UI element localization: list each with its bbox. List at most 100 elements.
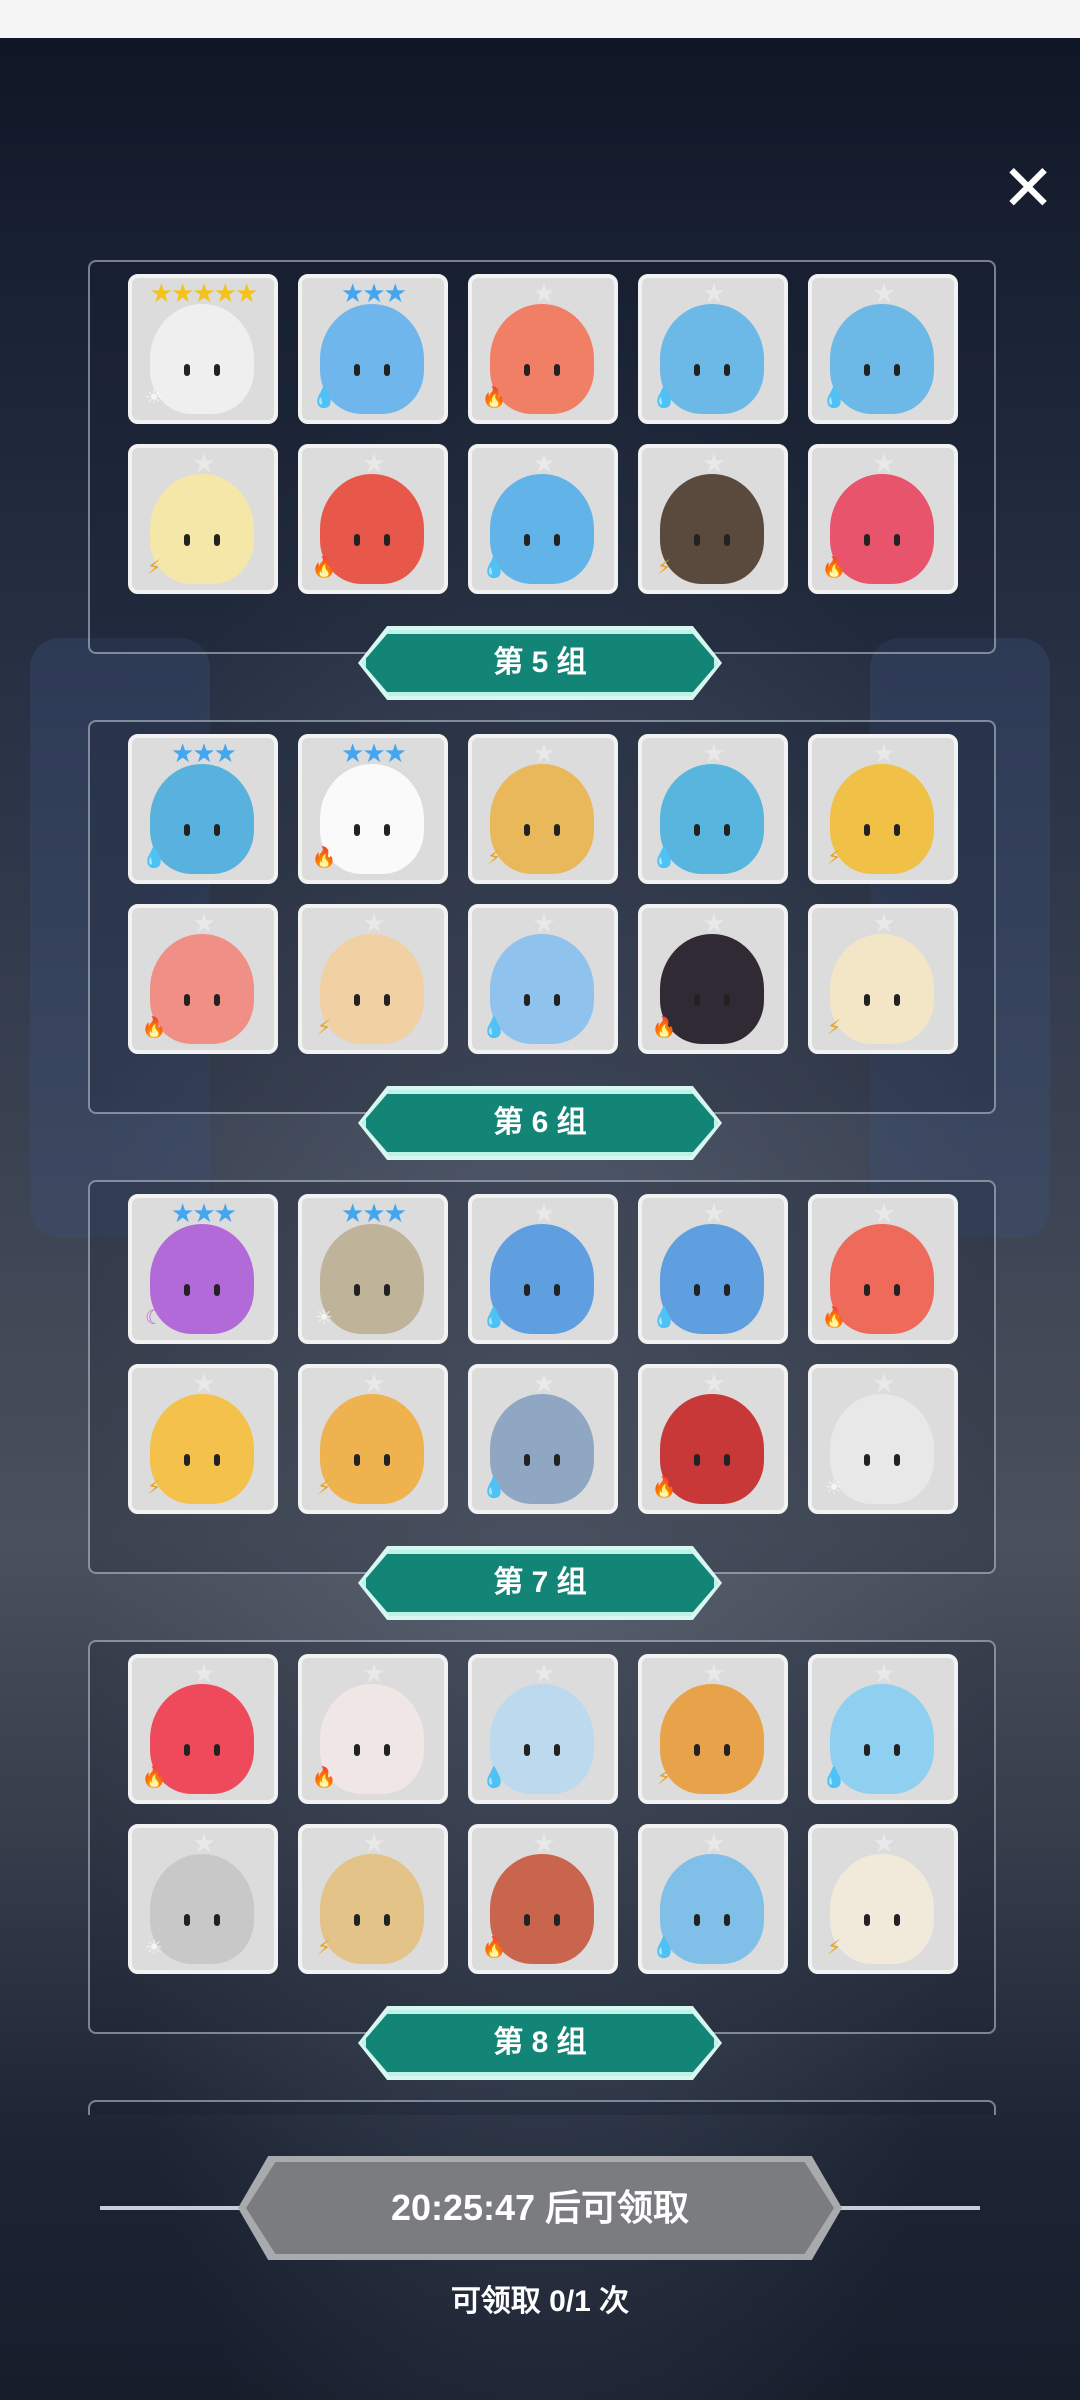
hero-card[interactable]: ★★★ ☀ xyxy=(298,1194,448,1344)
hero-card[interactable]: ★★★ 💧 xyxy=(128,734,278,884)
hero-card[interactable]: ★ ⚡ xyxy=(808,1824,958,1974)
hero-face xyxy=(174,534,230,552)
hero-card[interactable]: ★ 🔥 xyxy=(808,1194,958,1344)
fire-element-icon: 🔥 xyxy=(651,1477,677,1499)
hero-face xyxy=(684,994,740,1012)
hero-card[interactable]: ★ 🔥 xyxy=(298,444,448,594)
group-label: 第 6 组 xyxy=(362,1090,718,1156)
hero-card[interactable]: ★★★ 💧 xyxy=(298,274,448,424)
hero-card[interactable]: ★ ⚡ xyxy=(128,1364,278,1514)
hero-card[interactable]: ★ 💧 xyxy=(638,734,788,884)
star-rating: ★ xyxy=(192,1368,215,1398)
star-rating: ★ xyxy=(362,908,385,938)
hero-card[interactable]: ★ ⚡ xyxy=(468,734,618,884)
hero-card[interactable]: ★ 💧 xyxy=(468,444,618,594)
hero-face xyxy=(344,1744,400,1762)
hero-card[interactable]: ★ ☀ xyxy=(128,1824,278,1974)
hero-card[interactable]: ★ 🔥 xyxy=(638,904,788,1054)
hero-card[interactable]: ★ 💧 xyxy=(468,904,618,1054)
thunder-element-icon: ⚡ xyxy=(316,1017,332,1039)
hero-card[interactable]: ★ 💧 xyxy=(468,1654,618,1804)
hero-card[interactable]: ★ ⚡ xyxy=(638,444,788,594)
group-list[interactable]: ★★★★★ ☀ ★★★ 💧 ★ 🔥 ★ 💧 ★ 💧 ★ ⚡ ★ 🔥 ★ 💧 ★ ⚡ ★ 🔥 第 5 组 ★★★ 💧 ★★★ 🔥 ★… xyxy=(0,250,1080,2115)
hero-face xyxy=(344,364,400,382)
hero-card[interactable]: ★ 💧 xyxy=(468,1364,618,1514)
hero-card[interactable]: ★ 🔥 xyxy=(808,444,958,594)
hero-card[interactable]: ★★★ 🔥 xyxy=(298,734,448,884)
hero-card[interactable]: ★ ⚡ xyxy=(298,1364,448,1514)
hero-face xyxy=(174,994,230,1012)
hero-face xyxy=(684,1454,740,1472)
hero-card[interactable]: ★ 🔥 xyxy=(298,1654,448,1804)
fire-element-icon: 🔥 xyxy=(311,847,337,869)
hero-card[interactable]: ★ 💧 xyxy=(638,1824,788,1974)
star-rating: ★ xyxy=(362,1828,385,1858)
water-element-icon: 💧 xyxy=(651,847,677,869)
hero-card[interactable]: ★ 🔥 xyxy=(128,904,278,1054)
hero-card[interactable]: ★★★ ☾ xyxy=(128,1194,278,1344)
star-rating: ★ xyxy=(702,278,725,308)
water-element-icon: 💧 xyxy=(481,557,507,579)
star-rating: ★★★ xyxy=(171,738,237,768)
group-label: 第 7 组 xyxy=(362,1550,718,1616)
close-icon[interactable]: ✕ xyxy=(1000,156,1056,220)
star-rating: ★ xyxy=(702,1368,725,1398)
hero-face xyxy=(684,534,740,552)
hero-face xyxy=(854,1284,910,1302)
claim-timer-button[interactable]: 20:25:47 后可领取 xyxy=(246,2162,834,2254)
star-rating: ★ xyxy=(702,448,725,478)
star-rating: ★ xyxy=(532,1368,555,1398)
water-element-icon: 💧 xyxy=(311,387,337,409)
hero-face xyxy=(344,824,400,842)
hero-card[interactable]: ★ 💧 xyxy=(468,1194,618,1344)
thunder-element-icon: ⚡ xyxy=(826,1937,842,1959)
star-rating: ★ xyxy=(192,1658,215,1688)
thunder-element-icon: ⚡ xyxy=(146,557,162,579)
hero-card[interactable]: ★★★★★ ☀ xyxy=(128,274,278,424)
star-rating: ★★★★★ xyxy=(149,278,259,308)
hero-group: ★★★★★ ☀ ★★★ 💧 ★ 🔥 ★ 💧 ★ 💧 ★ ⚡ ★ 🔥 ★ 💧 ★ ⚡ ★ 🔥 xyxy=(88,260,996,654)
divider-left xyxy=(100,2206,250,2210)
hero-card[interactable]: ★ ⚡ xyxy=(298,904,448,1054)
star-rating: ★ xyxy=(872,278,895,308)
star-rating: ★ xyxy=(532,448,555,478)
hero-card[interactable]: ★ 💧 xyxy=(638,1194,788,1344)
hero-card[interactable]: ★ 🔥 xyxy=(468,274,618,424)
hero-card[interactable]: ★ 💧 xyxy=(808,274,958,424)
light-element-icon: ☀ xyxy=(315,1307,333,1329)
hero-card[interactable]: ★ 🔥 xyxy=(468,1824,618,1974)
hero-card[interactable]: ★ ⚡ xyxy=(638,1654,788,1804)
hero-card[interactable]: ★ ☀ xyxy=(808,1364,958,1514)
fire-element-icon: 🔥 xyxy=(311,1767,337,1789)
hero-card[interactable]: ★ 🔥 xyxy=(638,1364,788,1514)
hero-group: ★★★ ☾ ★★★ ☀ ★ 💧 ★ 💧 ★ 🔥 ★ ⚡ ★ ⚡ ★ 💧 ★ 🔥 ★ ☀ xyxy=(88,1180,996,1574)
hero-card[interactable]: ★ 💧 xyxy=(808,1654,958,1804)
star-rating: ★★★ xyxy=(341,738,407,768)
hero-card[interactable]: ★ 💧 xyxy=(638,274,788,424)
hero-face xyxy=(684,364,740,382)
hero-face xyxy=(854,824,910,842)
hero-card[interactable]: ★ ⚡ xyxy=(808,734,958,884)
star-rating: ★★★ xyxy=(171,1198,237,1228)
hero-face xyxy=(514,364,570,382)
fire-element-icon: 🔥 xyxy=(481,1937,507,1959)
hero-group-partial xyxy=(88,2100,996,2115)
hero-face xyxy=(344,994,400,1012)
hero-face xyxy=(854,994,910,1012)
hero-card[interactable]: ★ 🔥 xyxy=(128,1654,278,1804)
hero-face xyxy=(684,1284,740,1302)
hero-card[interactable]: ★ ⚡ xyxy=(128,444,278,594)
hero-card[interactable]: ★ ⚡ xyxy=(808,904,958,1054)
thunder-element-icon: ⚡ xyxy=(146,1477,162,1499)
star-rating: ★ xyxy=(872,448,895,478)
hero-face xyxy=(174,1454,230,1472)
hero-face xyxy=(174,1914,230,1932)
hero-group: ★★★ 💧 ★★★ 🔥 ★ ⚡ ★ 💧 ★ ⚡ ★ 🔥 ★ ⚡ ★ 💧 ★ 🔥 ★ ⚡ xyxy=(88,720,996,1114)
hero-card[interactable]: ★ ⚡ xyxy=(298,1824,448,1974)
thunder-element-icon: ⚡ xyxy=(316,1937,332,1959)
hero-face xyxy=(854,1454,910,1472)
thunder-element-icon: ⚡ xyxy=(826,1017,842,1039)
fire-element-icon: 🔥 xyxy=(141,1017,167,1039)
star-rating: ★ xyxy=(872,738,895,768)
star-rating: ★ xyxy=(532,1658,555,1688)
